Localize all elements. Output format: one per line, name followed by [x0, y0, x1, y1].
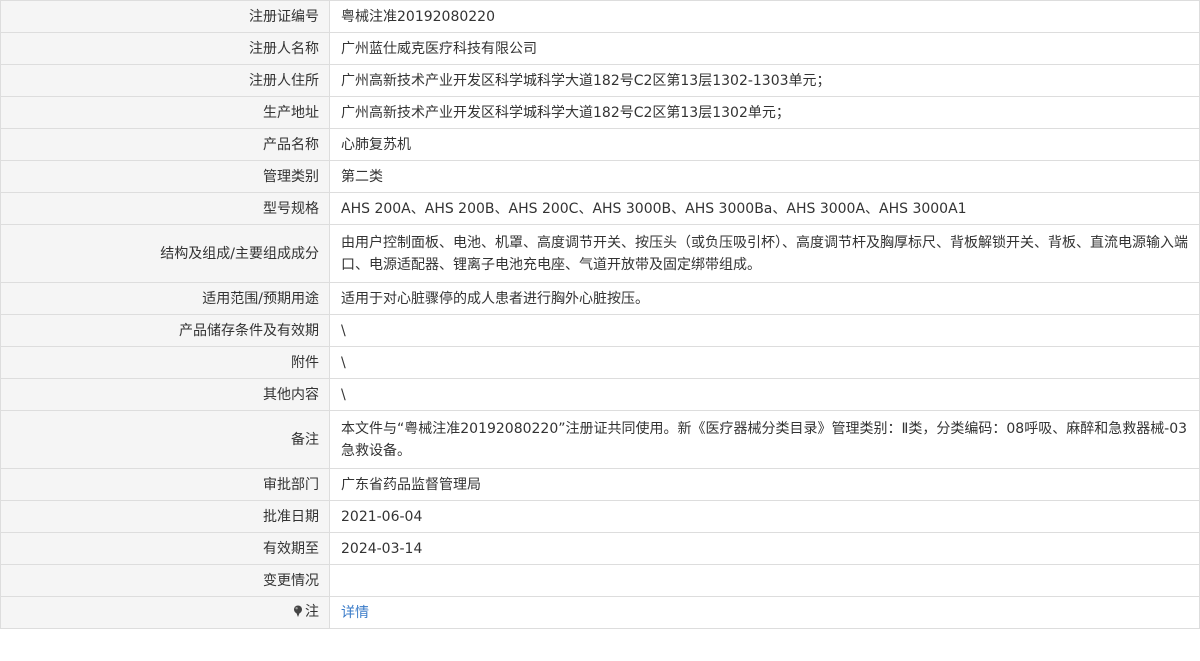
row-value: 广州高新技术产业开发区科学城科学大道182号C2区第13层1302-1303单元…	[329, 64, 1200, 97]
row-valid-until: 有效期至 2024-03-14	[0, 532, 1200, 565]
pin-icon	[293, 602, 303, 624]
row-product-name: 产品名称 心肺复苏机	[0, 128, 1200, 161]
row-value: 粤械注准20192080220	[329, 0, 1200, 33]
row-value: 广州高新技术产业开发区科学城科学大道182号C2区第13层1302单元；	[329, 96, 1200, 129]
row-intended-use: 适用范围/预期用途 适用于对心脏骤停的成人患者进行胸外心脏按压。	[0, 282, 1200, 315]
row-value: 广东省药品监督管理局	[329, 468, 1200, 501]
row-registration-number: 注册证编号 粤械注准20192080220	[0, 0, 1200, 33]
row-label: 产品名称	[0, 128, 330, 161]
row-value	[329, 564, 1200, 597]
row-label: 其他内容	[0, 378, 330, 411]
row-value: 第二类	[329, 160, 1200, 193]
row-attachments: 附件 \	[0, 346, 1200, 379]
row-label: 注	[0, 596, 330, 629]
row-approval-date: 批准日期 2021-06-04	[0, 500, 1200, 533]
row-value: 广州蓝仕威克医疗科技有限公司	[329, 32, 1200, 65]
row-value: 由用户控制面板、电池、机罩、高度调节开关、按压头（或负压吸引杯）、高度调节杆及胸…	[329, 224, 1200, 283]
registration-detail-table: 注册证编号 粤械注准20192080220 注册人名称 广州蓝仕威克医疗科技有限…	[0, 0, 1200, 629]
row-label: 备注	[0, 410, 330, 469]
row-value: 本文件与“粤械注准20192080220”注册证共同使用。新《医疗器械分类目录》…	[329, 410, 1200, 469]
row-value: \	[329, 346, 1200, 379]
row-value: 适用于对心脏骤停的成人患者进行胸外心脏按压。	[329, 282, 1200, 315]
row-value: AHS 200A、AHS 200B、AHS 200C、AHS 3000B、AHS…	[329, 192, 1200, 225]
note-label: 注	[305, 604, 319, 620]
row-value: 详情	[329, 596, 1200, 629]
row-note: 注 详情	[0, 596, 1200, 629]
row-value: 2024-03-14	[329, 532, 1200, 565]
row-label: 变更情况	[0, 564, 330, 597]
row-model-spec: 型号规格 AHS 200A、AHS 200B、AHS 200C、AHS 3000…	[0, 192, 1200, 225]
row-label: 产品储存条件及有效期	[0, 314, 330, 347]
row-production-address: 生产地址 广州高新技术产业开发区科学城科学大道182号C2区第13层1302单元…	[0, 96, 1200, 129]
row-label: 附件	[0, 346, 330, 379]
details-link[interactable]: 详情	[341, 605, 369, 621]
row-label: 生产地址	[0, 96, 330, 129]
row-approval-authority: 审批部门 广东省药品监督管理局	[0, 468, 1200, 501]
row-change-history: 变更情况	[0, 564, 1200, 597]
row-value: \	[329, 314, 1200, 347]
row-label: 注册证编号	[0, 0, 330, 33]
row-registrant-address: 注册人住所 广州高新技术产业开发区科学城科学大道182号C2区第13层1302-…	[0, 64, 1200, 97]
row-value: 心肺复苏机	[329, 128, 1200, 161]
row-label: 注册人住所	[0, 64, 330, 97]
row-label: 型号规格	[0, 192, 330, 225]
row-label: 注册人名称	[0, 32, 330, 65]
row-registrant-name: 注册人名称 广州蓝仕威克医疗科技有限公司	[0, 32, 1200, 65]
row-storage-validity: 产品储存条件及有效期 \	[0, 314, 1200, 347]
row-label: 有效期至	[0, 532, 330, 565]
row-remarks: 备注 本文件与“粤械注准20192080220”注册证共同使用。新《医疗器械分类…	[0, 410, 1200, 469]
row-management-category: 管理类别 第二类	[0, 160, 1200, 193]
row-label: 批准日期	[0, 500, 330, 533]
row-value: 2021-06-04	[329, 500, 1200, 533]
row-label: 审批部门	[0, 468, 330, 501]
row-label: 结构及组成/主要组成成分	[0, 224, 330, 283]
row-label: 管理类别	[0, 160, 330, 193]
row-structure-composition: 结构及组成/主要组成成分 由用户控制面板、电池、机罩、高度调节开关、按压头（或负…	[0, 224, 1200, 283]
row-label: 适用范围/预期用途	[0, 282, 330, 315]
row-other-content: 其他内容 \	[0, 378, 1200, 411]
row-value: \	[329, 378, 1200, 411]
